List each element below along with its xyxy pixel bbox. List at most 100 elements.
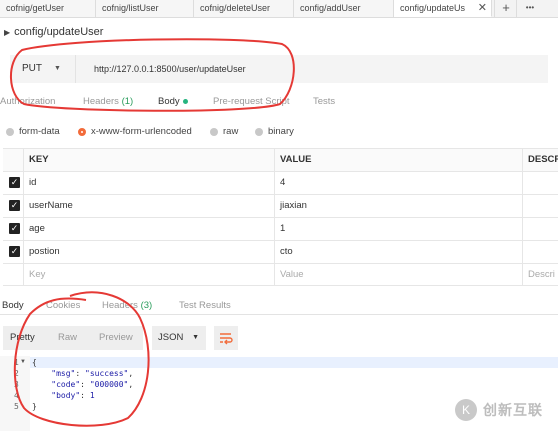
tab-label: config/updateUs <box>400 3 466 13</box>
code-line-msg: "msg": "success", <box>51 369 134 378</box>
raw-button[interactable]: Raw <box>58 326 77 350</box>
radio-icon <box>6 127 14 136</box>
response-tab-headers[interactable]: Headers (3) <box>102 300 152 311</box>
radio-label: x-www-form-urlencoded <box>91 126 192 137</box>
param-value[interactable]: 1 <box>274 218 522 240</box>
response-tab-headers-label: Headers <box>102 300 138 311</box>
watermark-logo-icon: K <box>455 399 477 421</box>
json-string: "success" <box>85 369 129 378</box>
tab-label: cofnig/deleteUser <box>200 3 271 13</box>
tab-body-label: Body <box>158 96 180 107</box>
tab-label: cofnig/getUser <box>6 3 65 13</box>
tab-label: cofnig/listUser <box>102 3 159 13</box>
table-row-new: Key Value Descri <box>3 263 558 286</box>
code-open-brace: { <box>32 358 37 367</box>
tab-getuser[interactable]: cofnig/getUser <box>0 0 96 17</box>
tab-authorization[interactable]: Authorization <box>0 96 55 107</box>
divider <box>0 314 558 315</box>
param-description[interactable] <box>522 172 558 194</box>
table-row: ✓ userName jiaxian <box>3 194 558 217</box>
radio-urlencoded[interactable]: x-www-form-urlencoded <box>78 126 192 137</box>
param-description[interactable] <box>522 241 558 263</box>
param-key[interactable]: id <box>23 172 274 194</box>
new-value-input[interactable]: Value <box>274 264 522 286</box>
tab-body[interactable]: Body <box>158 96 188 107</box>
request-title-text: config/updateUser <box>14 26 104 38</box>
tab-label: config/addUser <box>300 3 361 13</box>
param-key[interactable]: userName <box>23 195 274 217</box>
format-select[interactable]: JSON ▼ <box>152 326 206 350</box>
fold-arrow-icon[interactable]: ▼ <box>20 359 26 365</box>
json-number: 1 <box>89 391 95 400</box>
checkbox[interactable]: ✓ <box>9 200 20 211</box>
param-description[interactable] <box>522 218 558 240</box>
tab-prerequest-script[interactable]: Pre-request Script <box>213 96 290 107</box>
pretty-button[interactable]: Pretty <box>10 326 35 350</box>
url-input[interactable]: http://127.0.0.1:8500/user/updateUser <box>94 55 246 83</box>
radio-raw[interactable]: raw <box>210 126 238 137</box>
response-tab-cookies[interactable]: Cookies <box>46 300 80 311</box>
column-header-value: VALUE <box>274 149 522 171</box>
param-key[interactable]: postion <box>23 241 274 263</box>
line-number: 3 <box>14 380 19 389</box>
param-key[interactable]: age <box>23 218 274 240</box>
code-line-body: "body": 1 <box>51 391 95 400</box>
code-close-brace: } <box>32 402 37 411</box>
json-key: "msg" <box>51 369 76 378</box>
watermark: K 创新互联 <box>455 396 555 424</box>
method-select[interactable]: PUT ▼ <box>10 55 76 83</box>
tab-listuser[interactable]: cofnig/listUser <box>96 0 194 17</box>
param-value[interactable]: cto <box>274 241 522 263</box>
collapse-arrow-icon[interactable]: ▶ <box>4 28 10 37</box>
chevron-down-icon: ▼ <box>54 65 61 72</box>
line-number: 2 <box>14 369 19 378</box>
wrap-lines-button[interactable] <box>214 326 238 350</box>
url-bar: PUT ▼ http://127.0.0.1:8500/user/updateU… <box>10 55 548 83</box>
radio-label: form-data <box>19 126 60 137</box>
radio-form-data[interactable]: form-data <box>6 126 60 137</box>
tab-tests[interactable]: Tests <box>313 96 335 107</box>
checkbox[interactable]: ✓ <box>9 246 20 257</box>
more-tabs-button[interactable]: ••• <box>516 0 543 17</box>
table-header-check <box>3 149 23 171</box>
tab-deleteuser[interactable]: cofnig/deleteUser <box>194 0 294 17</box>
tab-headers[interactable]: Headers (1) <box>83 96 133 107</box>
param-value[interactable]: 4 <box>274 172 522 194</box>
response-view-toggle: Pretty Raw Preview <box>3 326 143 350</box>
tab-adduser[interactable]: config/addUser <box>294 0 394 17</box>
checkbox[interactable]: ✓ <box>9 177 20 188</box>
preview-button[interactable]: Preview <box>99 326 133 350</box>
close-icon[interactable]: ✕ <box>478 0 487 16</box>
table-row: ✓ age 1 <box>3 217 558 240</box>
table-row: ✓ id 4 <box>3 171 558 194</box>
param-value[interactable]: jiaxian <box>274 195 522 217</box>
json-string: "000000" <box>89 380 129 389</box>
request-tab-bar: cofnig/getUser cofnig/listUser cofnig/de… <box>0 0 558 18</box>
line-number: 4 <box>14 391 19 400</box>
request-title[interactable]: ▶ config/updateUser <box>4 26 103 38</box>
method-value: PUT <box>22 63 42 74</box>
table-header-row: KEY VALUE DESCRI <box>3 148 558 171</box>
active-line-highlight <box>30 357 558 368</box>
new-description-input[interactable]: Descri <box>522 264 558 286</box>
headers-count: (1) <box>121 96 134 107</box>
code-line-code: "code": "000000", <box>51 380 134 389</box>
response-tab-body[interactable]: Body <box>2 300 24 311</box>
response-headers-count: (3) <box>140 300 153 311</box>
checkbox[interactable]: ✓ <box>9 223 20 234</box>
status-dot-icon <box>182 98 188 104</box>
add-tab-button[interactable]: + <box>494 0 517 17</box>
radio-selected-icon <box>78 127 86 136</box>
tab-headers-label: Headers <box>83 96 119 107</box>
radio-binary[interactable]: binary <box>255 126 294 137</box>
json-key: "code" <box>51 380 81 389</box>
new-key-input[interactable]: Key <box>23 264 274 286</box>
radio-icon <box>255 127 263 136</box>
radio-icon <box>210 127 218 136</box>
table-row: ✓ postion cto <box>3 240 558 263</box>
response-tab-test-results[interactable]: Test Results <box>179 300 231 311</box>
tab-updateuser[interactable]: config/updateUs ✕ <box>394 0 492 17</box>
line-number: 5 <box>14 402 19 411</box>
line-number: 1 <box>14 358 19 367</box>
param-description[interactable] <box>522 195 558 217</box>
